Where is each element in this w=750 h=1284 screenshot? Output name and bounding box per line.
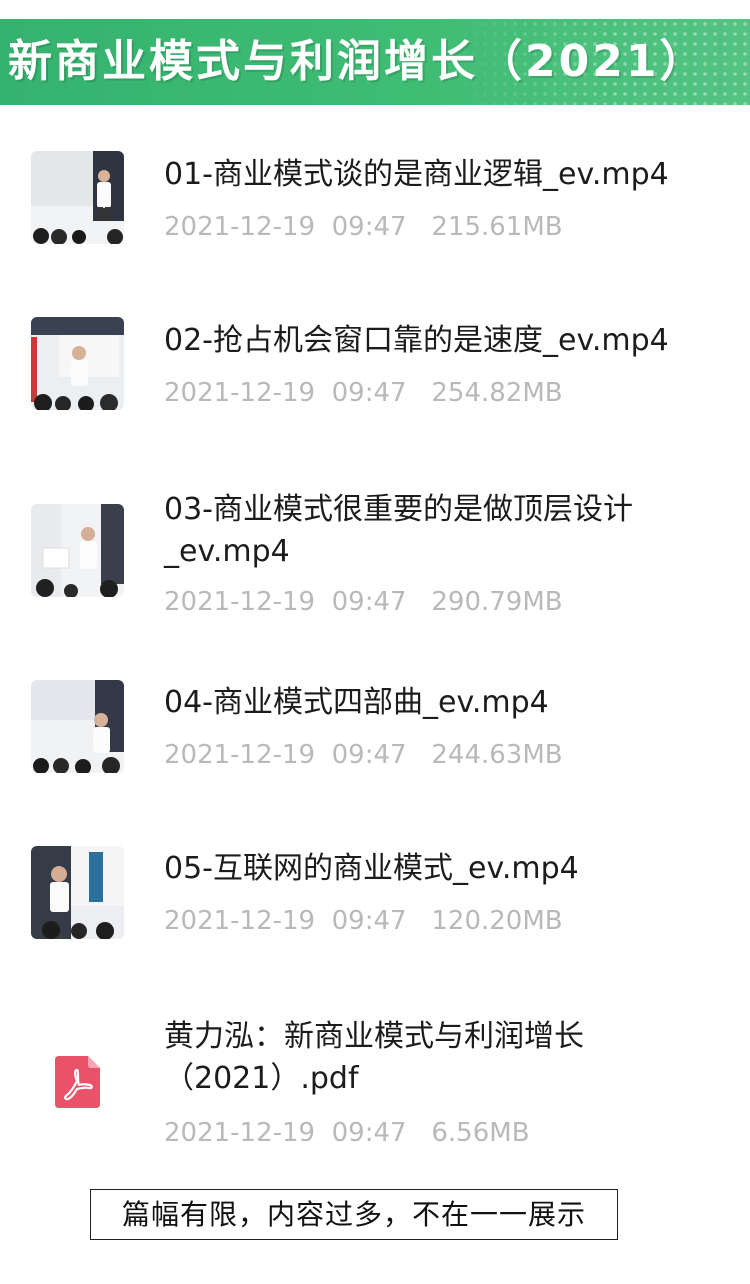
file-meta: 2021-12-19 09:47 215.61MB xyxy=(164,210,563,244)
file-time: 09:47 xyxy=(331,1118,407,1148)
file-size: 290.79MB xyxy=(431,587,563,617)
video-thumbnail-icon xyxy=(31,317,124,410)
file-name: 01-商业模式谈的是商业逻辑_ev.mp4 xyxy=(164,157,669,192)
video-thumbnail-icon xyxy=(31,680,124,773)
file-date: 2021-12-19 xyxy=(164,378,316,408)
file-name: 05-互联网的商业模式_ev.mp4 xyxy=(164,851,579,886)
file-size: 244.63MB xyxy=(431,740,563,770)
file-meta: 2021-12-19 09:47 244.63MB xyxy=(164,738,563,772)
file-size: 215.61MB xyxy=(431,212,563,242)
file-meta: 2021-12-19 09:47 254.82MB xyxy=(164,376,563,410)
file-name: 02-抢占机会窗口靠的是速度_ev.mp4 xyxy=(164,323,669,358)
file-time: 09:47 xyxy=(331,740,407,770)
file-name: 04-商业模式四部曲_ev.mp4 xyxy=(164,685,549,720)
file-name: 03-商业模式很重要的是做顶层设计_ev.mp4 xyxy=(164,492,633,569)
file-meta: 2021-12-19 09:47 290.79MB xyxy=(164,585,563,619)
more-content-notice: 篇幅有限，内容过多，不在一一展示 xyxy=(90,1189,618,1240)
page-title: 新商业模式与利润增长（2021） xyxy=(8,36,707,87)
file-name: 黄力泓：新商业模式与利润增长（2021）.pdf xyxy=(164,1019,584,1096)
file-time: 09:47 xyxy=(331,212,407,242)
header-banner: 新商业模式与利润增长（2021） xyxy=(0,19,750,105)
pdf-icon xyxy=(55,1056,100,1108)
file-meta: 2021-12-19 09:47 120.20MB xyxy=(164,904,563,938)
video-thumbnail-icon xyxy=(31,504,124,597)
video-thumbnail-icon xyxy=(31,846,124,939)
video-thumbnail-icon xyxy=(31,151,124,244)
file-date: 2021-12-19 xyxy=(164,212,316,242)
file-time: 09:47 xyxy=(331,906,407,936)
file-size: 120.20MB xyxy=(431,906,563,936)
file-meta: 2021-12-19 09:47 6.56MB xyxy=(164,1116,530,1150)
file-size: 254.82MB xyxy=(431,378,563,408)
file-date: 2021-12-19 xyxy=(164,587,316,617)
file-time: 09:47 xyxy=(331,587,407,617)
file-date: 2021-12-19 xyxy=(164,906,316,936)
file-date: 2021-12-19 xyxy=(164,1118,316,1148)
file-date: 2021-12-19 xyxy=(164,740,316,770)
file-time: 09:47 xyxy=(331,378,407,408)
file-size: 6.56MB xyxy=(431,1118,530,1148)
